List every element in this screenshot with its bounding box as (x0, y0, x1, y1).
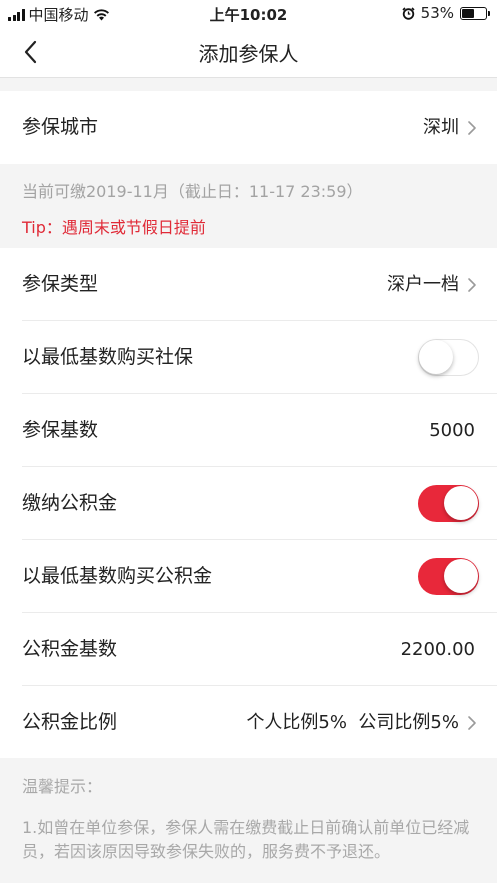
tips-block: 温馨提示： 1.如曾在单位参保，参保人需在缴费截止日前确认前单位已经减员，若因该… (0, 758, 497, 883)
insurance-base-value: 5000 (429, 420, 475, 441)
alarm-icon (402, 6, 415, 20)
status-right: 53% (402, 4, 490, 22)
deadline-text: 当前可缴2019-11月（截止日：11-17 23:59） (22, 182, 363, 201)
housing-fund-toggle[interactable] (418, 485, 479, 522)
fund-base-value: 2200.00 (400, 639, 475, 660)
insurance-type-label: 参保类型 (22, 273, 99, 295)
toggle-knob (443, 559, 478, 593)
battery-fill (462, 8, 475, 18)
insurance-type-value-group: 深户一档 (387, 248, 477, 321)
tips-body: 1.如曾在单位参保，参保人需在缴费截止日前确认前单位已经减员，若因该原因导致参保… (22, 818, 470, 861)
city-row[interactable]: 参保城市 深圳 (0, 91, 497, 164)
insurance-base-row: 参保基数 5000 (0, 394, 497, 467)
page-title: 添加参保人 (198, 42, 299, 66)
chevron-right-icon (468, 120, 476, 135)
status-bar: 中国移动 上午10:02 53% (0, 0, 497, 26)
fund-ratio-value-group: 个人比例5% 公司比例5% (246, 686, 477, 759)
fund-base-label: 公积金基数 (22, 638, 118, 660)
tip-text: Tip：遇周末或节假日提前 (22, 218, 206, 237)
min-base-social-row: 以最低基数购买社保 (0, 321, 497, 394)
city-value: 深圳 (423, 117, 459, 138)
chevron-right-icon (468, 277, 476, 292)
fund-ratio-value: 个人比例5% 公司比例5% (246, 712, 459, 733)
min-base-social-toggle[interactable] (418, 339, 479, 376)
city-value-group: 深圳 (423, 91, 477, 164)
battery-percent: 53% (420, 4, 454, 22)
toggle-knob (419, 340, 453, 374)
battery-icon (460, 6, 490, 20)
min-base-fund-toggle[interactable] (418, 558, 479, 595)
fund-base-row: 公积金基数 2200.00 (0, 613, 497, 686)
housing-fund-label: 缴纳公积金 (22, 492, 118, 514)
min-base-fund-row: 以最低基数购买公积金 (0, 540, 497, 613)
insurance-type-row[interactable]: 参保类型 深户一档 (0, 248, 497, 321)
chevron-right-icon (468, 715, 476, 730)
min-base-fund-label: 以最低基数购买公积金 (22, 565, 213, 587)
toggle-knob (443, 486, 478, 520)
min-base-social-label: 以最低基数购买社保 (22, 346, 194, 368)
housing-fund-row: 缴纳公积金 (0, 467, 497, 540)
tips-title: 温馨提示： (22, 777, 103, 796)
city-label: 参保城市 (22, 116, 99, 138)
nav-bar: 添加参保人 (0, 26, 497, 78)
fund-ratio-label: 公积金比例 (22, 711, 118, 733)
insurance-type-value: 深户一档 (387, 274, 459, 295)
insurance-base-label: 参保基数 (22, 419, 99, 441)
fund-ratio-row[interactable]: 公积金比例 个人比例5% 公司比例5% (0, 686, 497, 759)
